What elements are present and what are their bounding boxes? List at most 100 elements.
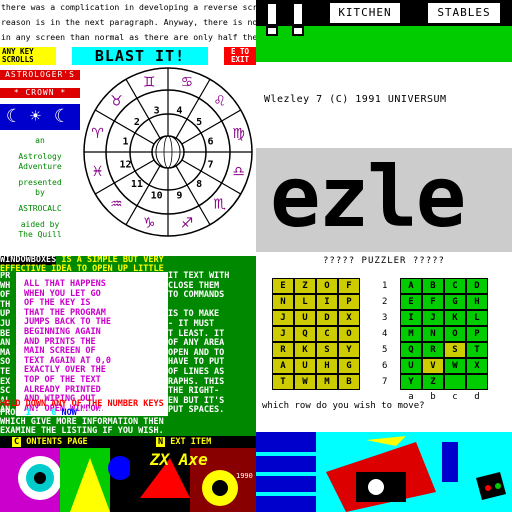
grid-cell[interactable]: Z [422,374,444,390]
zodiac-sign-icon[interactable]: ♊ [143,74,156,90]
background-line: TO COMMANDS [168,290,225,301]
grid-cell[interactable]: K [294,342,316,358]
blast-it-button[interactable]: BLAST IT! [72,47,208,65]
zodiac-sign-icon[interactable]: ♑ [143,216,156,232]
grid-cell[interactable]: P [338,294,360,310]
moon-sun-bar: ☾ ☀ ☾ [0,104,80,130]
row-number: 6 [382,361,388,371]
next-item-option[interactable]: N EXT ITEM [156,437,211,447]
grid-cell[interactable]: T [466,342,488,358]
column-label: d [474,392,480,402]
grid-cell[interactable]: U [294,358,316,374]
zodiac-sign-icon[interactable]: ♐ [181,216,194,232]
grid-cell[interactable]: J [272,310,294,326]
grid-cell[interactable]: R [272,342,294,358]
grid-cell[interactable]: H [316,358,338,374]
grid-cell[interactable]: O [338,326,360,342]
stables-button[interactable]: STABLES [426,1,502,25]
grid-cell[interactable]: Z [294,278,316,294]
grid-cell[interactable]: U [400,358,422,374]
grid-cell[interactable]: D [466,278,488,294]
grid-cell[interactable]: M [316,374,338,390]
grid-cell[interactable]: Y [338,342,360,358]
grid-cell[interactable]: G [444,294,466,310]
grid-cell[interactable]: P [466,326,488,342]
grid-cell[interactable]: D [316,310,338,326]
grid-cell[interactable]: I [316,294,338,310]
grid-cell[interactable]: F [338,278,360,294]
grid-cell[interactable]: O [444,326,466,342]
grid-cell[interactable]: Q [294,326,316,342]
grid-cell[interactable]: V [422,358,444,374]
house-number: 8 [196,179,202,190]
house-number: 1 [122,137,128,148]
credit-line: aided by [20,220,60,229]
grid-cell[interactable]: E [400,294,422,310]
exit-button[interactable]: E TO EXIT [224,47,256,65]
house-number: 3 [154,105,160,116]
any-key-scrolls-button[interactable]: ANY KEY SCROLLS [0,47,56,65]
zodiac-sign-icon[interactable]: ♏ [213,197,226,213]
grid-cell[interactable]: U [294,310,316,326]
zodiac-sign-icon[interactable]: ♋ [181,74,194,90]
grid-cell[interactable]: W [294,374,316,390]
zodiac-sign-icon[interactable]: ♎ [232,164,245,180]
grid-cell[interactable]: N [422,326,444,342]
row-number: 5 [382,345,388,355]
grid-cell[interactable] [444,374,466,390]
grid-cell[interactable]: Y [400,374,422,390]
scroll-line: there was a complication in developing a… [1,2,256,12]
zodiac-wheel: 123 456789101112♈♉♊ ♋♌♍♎♏♐♑♒♓ [83,67,253,237]
pillar-icon [266,2,278,26]
grid-cell[interactable]: F [422,294,444,310]
grid-cell[interactable]: N [272,294,294,310]
grid-cell[interactable]: H [466,294,488,310]
grid-cell[interactable]: K [444,310,466,326]
grid-cell[interactable]: A [272,358,294,374]
art-title: ZX Axe [150,450,208,469]
grid-cell[interactable]: J [422,310,444,326]
grid-cell[interactable]: G [338,358,360,374]
grid-cell[interactable]: X [466,358,488,374]
row-numbers: 1 2 3 4 5 6 7 [382,278,387,390]
crescent-icon: ☾ [54,106,65,127]
credit-line: by [35,188,45,197]
column-label: b [430,392,436,402]
contents-page-option[interactable]: C ONTENTS PAGE [12,437,88,447]
grid-cell[interactable]: S [444,342,466,358]
zodiac-sign-icon[interactable]: ♉ [110,93,123,109]
grid-cell[interactable]: R [422,342,444,358]
zodiac-sign-icon[interactable]: ♓ [91,164,104,180]
next-key: N [156,437,166,447]
background-text-left: PR WH OF TH UP JU BE AN MA SO TE EX SC AL AN [0,272,16,416]
grid-cell[interactable]: X [338,310,360,326]
zodiac-sign-icon[interactable]: ♒ [110,197,123,213]
grid-cell[interactable]: C [444,278,466,294]
grid-cell[interactable]: J [272,326,294,342]
zodiac-sign-icon[interactable]: ♌ [213,93,226,109]
grid-cell[interactable] [466,374,488,390]
scroll-text-block: there was a complication in developing a… [0,0,256,44]
grid-cell[interactable]: L [466,310,488,326]
credit-line: ASTROCALC [18,204,62,213]
zodiac-sign-icon[interactable]: ♍ [232,126,245,142]
grid-cell[interactable]: S [316,342,338,358]
grid-cell[interactable]: B [338,374,360,390]
astrologers-crown-screen: there was a complication in developing a… [0,0,256,256]
grid-cell[interactable]: I [400,310,422,326]
kitchen-button[interactable]: KITCHEN [328,1,402,25]
exit-label: EXIT [230,55,250,64]
grid-cell[interactable]: A [400,278,422,294]
grid-cell[interactable]: W [444,358,466,374]
scrolls-label: SCROLLS [2,55,34,64]
grid-cell[interactable]: L [294,294,316,310]
grid-cell[interactable]: C [316,326,338,342]
grid-cell[interactable]: Q [400,342,422,358]
grid-cell[interactable]: M [400,326,422,342]
zodiac-sign-icon[interactable]: ♈ [91,126,104,142]
grid-cell[interactable]: O [316,278,338,294]
grid-cell[interactable]: E [272,278,294,294]
grid-cell[interactable]: B [422,278,444,294]
grid-cell[interactable]: T [272,374,294,390]
row-number: 7 [382,377,388,387]
